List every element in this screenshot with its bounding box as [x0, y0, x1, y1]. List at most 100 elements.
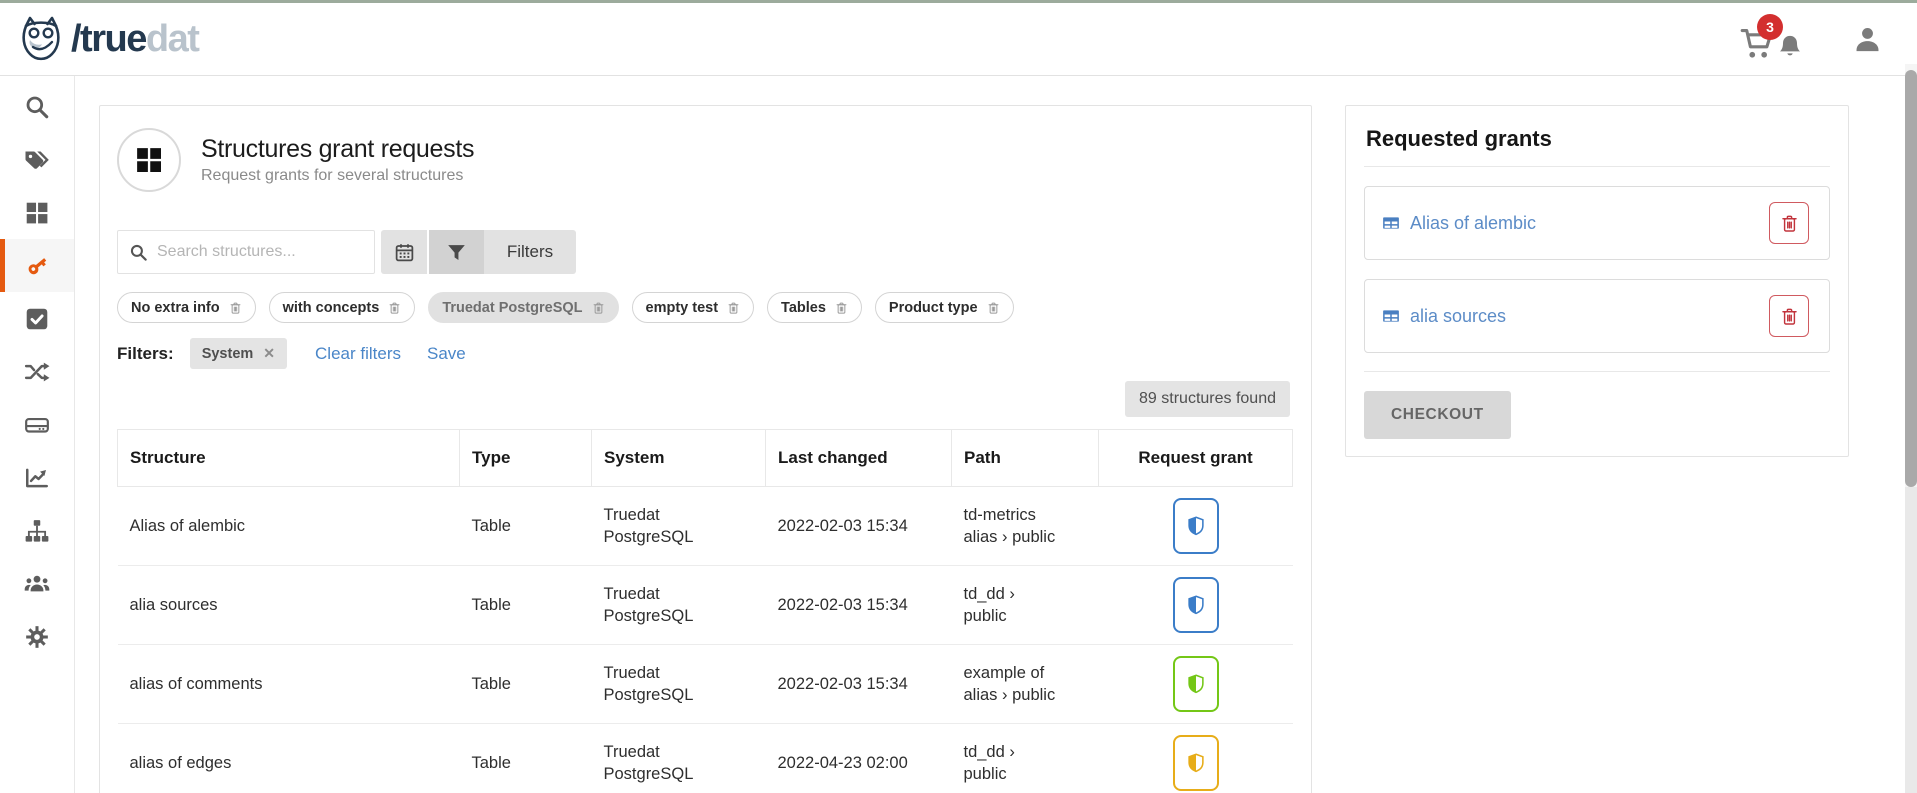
trash-icon [1780, 214, 1799, 233]
filters-button[interactable]: Filters [484, 230, 576, 274]
cell-path: td-metrics alias › public [952, 487, 1099, 566]
checkout-button[interactable]: CHECKOUT [1364, 391, 1511, 439]
request-grant-button[interactable] [1173, 577, 1219, 633]
sidebar-item-lineage[interactable] [0, 345, 74, 398]
request-grant-button[interactable] [1173, 656, 1219, 712]
calendar-icon [394, 242, 415, 263]
divider [1364, 166, 1830, 167]
grid-icon [24, 200, 50, 226]
scrollbar-thumb[interactable] [1905, 70, 1917, 487]
key-icon [24, 253, 50, 279]
filter-chip-label: No extra info [131, 300, 220, 316]
cell-system: Truedat PostgreSQL [592, 645, 766, 724]
filter-chip-label: with concepts [283, 300, 380, 316]
search-box [117, 230, 375, 274]
cell-path: td_dd › public [952, 724, 1099, 793]
remove-grant-button[interactable] [1769, 295, 1809, 337]
panel-header: Structures grant requests Request grants… [117, 128, 1290, 192]
cart-button[interactable]: 3 [1740, 14, 1806, 64]
grant-item-link[interactable]: alia sources [1382, 306, 1506, 327]
active-filter-label: System [202, 346, 254, 362]
clear-filters-link[interactable]: Clear filters [315, 344, 401, 364]
search-icon [129, 243, 148, 262]
cell-path: example of alias › public [952, 645, 1099, 724]
scrollbar-track-lower [1905, 487, 1917, 793]
search-input[interactable] [157, 243, 363, 261]
request-grant-button[interactable] [1173, 735, 1219, 791]
active-filters-row: Filters: System ✕ Clear filters Save [117, 338, 1290, 369]
sidebar-item-concepts[interactable] [0, 133, 74, 186]
cell-structure: Alias of alembic [118, 487, 460, 566]
user-menu-icon[interactable] [1852, 24, 1883, 55]
filter-chip-label: Tables [781, 300, 826, 316]
column-header-last-changed: Last changed [766, 430, 952, 487]
trash-icon[interactable] [987, 301, 1000, 315]
filter-chips-row: No extra info with concepts Truedat Post… [117, 292, 1290, 323]
owl-logo-icon [18, 15, 64, 63]
column-header-system: System [592, 430, 766, 487]
page-subtitle: Request grants for several structures [201, 167, 474, 185]
divider [1364, 371, 1830, 372]
sidebar-item-users[interactable] [0, 557, 74, 610]
shield-icon [1185, 673, 1207, 695]
shuffle-icon [24, 359, 50, 385]
gear-icon [24, 624, 50, 650]
cell-last-changed: 2022-02-03 15:34 [766, 566, 952, 645]
request-grant-button[interactable] [1173, 498, 1219, 554]
table-row: alias of comments Table Truedat PostgreS… [118, 645, 1293, 724]
users-icon [24, 571, 50, 597]
bell-icon [1776, 33, 1804, 61]
sidebar-item-settings[interactable] [0, 610, 74, 663]
cell-structure: alias of comments [118, 645, 460, 724]
table-row: alia sources Table Truedat PostgreSQL 20… [118, 566, 1293, 645]
search-icon [24, 94, 50, 120]
top-navbar: /truedat 3 [0, 3, 1917, 76]
cell-last-changed: 2022-02-03 15:34 [766, 645, 952, 724]
filter-chip[interactable]: empty test [632, 292, 755, 323]
calendar-filter-button[interactable] [381, 230, 427, 274]
sidebar-item-rules[interactable] [0, 292, 74, 345]
filter-chip-label: empty test [646, 300, 719, 316]
funnel-filter-button[interactable] [429, 230, 484, 274]
app-window: /truedat 3 Structures grant requests [0, 0, 1917, 793]
active-filter-token[interactable]: System ✕ [190, 338, 287, 369]
cell-last-changed: 2022-02-03 15:34 [766, 487, 952, 566]
trash-icon[interactable] [835, 301, 848, 315]
save-filters-link[interactable]: Save [427, 344, 466, 364]
requested-grants-title: Requested grants [1364, 120, 1830, 166]
filters-label: Filters: [117, 344, 174, 364]
sidebar-item-search[interactable] [0, 80, 74, 133]
cell-system: Truedat PostgreSQL [592, 487, 766, 566]
left-sidebar [0, 76, 75, 793]
sidebar-item-dashboards[interactable] [0, 186, 74, 239]
sidebar-item-analytics[interactable] [0, 451, 74, 504]
filter-chip-selected[interactable]: Truedat PostgreSQL [428, 292, 618, 323]
column-header-path: Path [952, 430, 1099, 487]
trash-icon[interactable] [727, 301, 740, 315]
table-row: alias of edges Table Truedat PostgreSQL … [118, 724, 1293, 793]
filter-chip[interactable]: No extra info [117, 292, 256, 323]
truedat-logo[interactable]: /truedat [18, 15, 198, 63]
shield-icon [1185, 594, 1207, 616]
table-icon [1382, 307, 1400, 325]
filter-chip-label: Truedat PostgreSQL [442, 300, 582, 316]
filter-chip[interactable]: Tables [767, 292, 862, 323]
logo-text: /truedat [71, 18, 198, 61]
avatar [117, 128, 181, 192]
filter-chip[interactable]: with concepts [269, 292, 416, 323]
trash-icon[interactable] [388, 301, 401, 315]
trash-icon [1780, 307, 1799, 326]
grant-item-link[interactable]: Alias of alembic [1382, 213, 1536, 234]
sidebar-item-taxonomy[interactable] [0, 504, 74, 557]
trash-icon[interactable] [229, 301, 242, 315]
remove-filter-icon[interactable]: ✕ [263, 345, 275, 362]
sidebar-item-grants[interactable] [0, 239, 74, 292]
filter-chip[interactable]: Product type [875, 292, 1014, 323]
cell-system: Truedat PostgreSQL [592, 566, 766, 645]
results-count-row: 89 structures found [117, 381, 1290, 417]
remove-grant-button[interactable] [1769, 202, 1809, 244]
cell-path: td_dd › public [952, 566, 1099, 645]
sidebar-item-sources[interactable] [0, 398, 74, 451]
table-header-row: Structure Type System Last changed Path … [118, 430, 1293, 487]
trash-icon[interactable] [592, 301, 605, 315]
